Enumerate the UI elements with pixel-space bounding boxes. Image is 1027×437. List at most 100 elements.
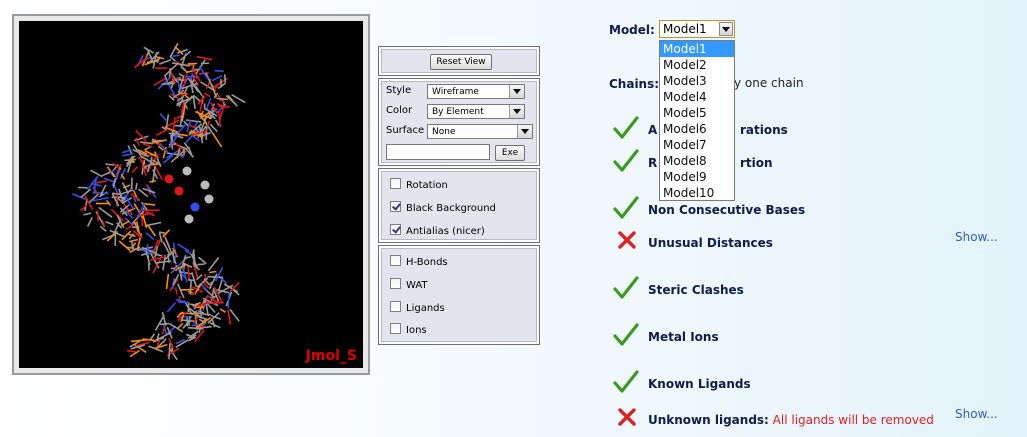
molecule-bond <box>205 126 208 140</box>
rotation-label: Rotation <box>406 180 448 191</box>
show-link[interactable]: Show... <box>955 230 998 244</box>
molecule-bond <box>135 182 138 190</box>
ions-label: Ions <box>406 325 427 336</box>
molecule-bond <box>166 302 177 313</box>
molecule-bond <box>168 343 171 360</box>
style-select-value: Wireframe <box>432 87 479 97</box>
molecule-bond <box>156 128 168 136</box>
model-option[interactable]: Model1 <box>660 41 734 57</box>
check-label-tail: rations <box>740 123 788 137</box>
molecule-bond <box>173 242 176 250</box>
color-label: Color <box>386 105 413 116</box>
check-label: Steric Clashes <box>648 283 744 297</box>
antialias-checkbox[interactable] <box>390 224 401 235</box>
molecule-bond <box>196 55 213 61</box>
model-dropdown-list: Model1 Model2 Model3 Model4 Model5 Model… <box>659 40 735 201</box>
molecule-bond <box>197 263 205 266</box>
style-select[interactable]: Wireframe <box>427 84 525 99</box>
chains-label: Chains: <box>609 77 660 91</box>
check-label: Non Consecutive Bases <box>648 203 806 217</box>
model-option[interactable]: Model8 <box>660 153 734 169</box>
black-background-checkbox[interactable] <box>390 201 401 212</box>
surface-select-value: None <box>432 127 456 137</box>
molecule-bond <box>111 169 121 187</box>
style-label: Style <box>386 85 412 96</box>
molecule-bond <box>187 279 195 282</box>
molecule-bond <box>168 68 172 78</box>
chevron-down-icon <box>719 22 733 36</box>
molecule-bond <box>185 333 193 338</box>
molecule-bond <box>158 58 172 65</box>
molecule-bond <box>177 322 184 329</box>
molecule-bond <box>187 302 190 312</box>
molecule-bond <box>214 69 224 72</box>
model-option[interactable]: Model10 <box>660 185 734 201</box>
chains-text: y one chain <box>734 76 804 90</box>
model-option[interactable]: Model3 <box>660 73 734 89</box>
show-link[interactable]: Show... <box>955 407 998 421</box>
check-label: Unknown ligands: All ligands will be rem… <box>648 413 934 427</box>
cross-icon <box>618 231 636 249</box>
model-select[interactable]: Model1 <box>659 20 735 38</box>
molecule-atom <box>190 202 200 212</box>
molecule-bond <box>122 152 134 157</box>
molecule-bond <box>199 101 203 112</box>
molecule-bond <box>176 283 185 299</box>
model-option[interactable]: Model9 <box>660 169 734 185</box>
molecule-bond <box>187 326 204 330</box>
molecule-bond <box>194 85 203 97</box>
molecule-bond <box>223 74 227 83</box>
ligands-label: Ligands <box>406 303 445 314</box>
molecule-canvas[interactable]: Jmol_S <box>19 21 363 368</box>
color-select[interactable]: By Element <box>427 104 525 119</box>
molecule-bond <box>94 180 108 184</box>
molecule-bond <box>203 92 211 98</box>
chevron-down-icon <box>509 105 524 118</box>
check-note: All ligands will be removed <box>768 413 934 427</box>
surface-label: Surface <box>386 125 425 136</box>
checkmark-icon <box>613 323 639 346</box>
show-options-panel: H-Bonds WAT Ligands Ions <box>378 245 540 345</box>
model-select-value: Model1 <box>663 22 707 36</box>
check-label: R <box>648 156 658 170</box>
exe-button[interactable]: Exe <box>495 145 525 161</box>
checkmark-icon <box>613 196 639 219</box>
molecule-bond <box>185 119 202 123</box>
molecule-bond <box>88 193 99 204</box>
molecule-bond <box>185 68 199 74</box>
molecule-atom <box>174 186 184 196</box>
molecule-bond <box>120 220 130 227</box>
molecule-bond <box>149 333 156 340</box>
chevron-down-icon <box>517 125 532 138</box>
molecule-bond <box>188 316 191 326</box>
model-option[interactable]: Model5 <box>660 105 734 121</box>
command-input[interactable] <box>386 144 490 160</box>
wat-checkbox[interactable] <box>390 278 401 289</box>
reset-view-button[interactable]: Reset View <box>430 54 492 70</box>
model-option[interactable]: Model6 <box>660 121 734 137</box>
model-option[interactable]: Model4 <box>660 89 734 105</box>
ions-checkbox[interactable] <box>390 323 401 334</box>
molecule-bond <box>161 82 175 86</box>
black-background-label: Black Background <box>406 203 496 214</box>
surface-select[interactable]: None <box>427 124 533 139</box>
molecule-bond <box>181 266 188 283</box>
molecule-bond <box>147 224 156 237</box>
ligands-checkbox[interactable] <box>390 301 401 312</box>
rotation-checkbox[interactable] <box>390 178 401 189</box>
hbonds-checkbox[interactable] <box>390 255 401 266</box>
molecule-bond <box>165 273 170 290</box>
checkmark-icon <box>613 370 639 393</box>
molecule-bond <box>151 162 161 166</box>
model-option[interactable]: Model7 <box>660 137 734 153</box>
cross-icon <box>618 408 636 426</box>
molecule-bond <box>83 212 92 216</box>
molecule-bond <box>146 244 150 256</box>
molecule-bond <box>187 264 191 281</box>
molecule-atom <box>200 180 210 190</box>
model-option[interactable]: Model2 <box>660 57 734 73</box>
molecule-bond <box>199 309 203 317</box>
molecule-bond <box>131 166 139 174</box>
molecule-atom <box>182 166 192 176</box>
molecule-bond <box>144 221 162 227</box>
